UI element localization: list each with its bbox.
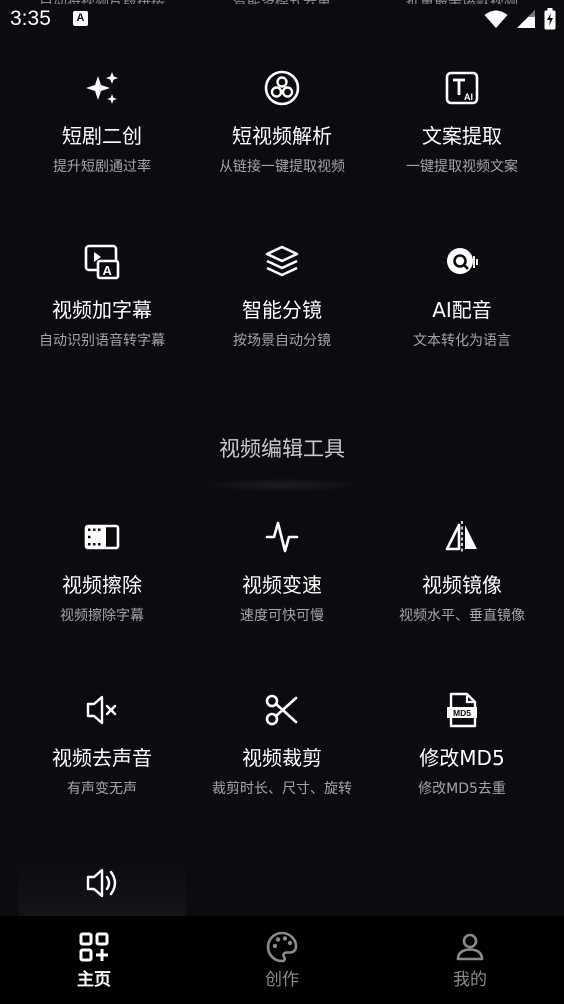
nav-label: 我的 <box>453 970 487 990</box>
subtitle-icon: A <box>84 244 120 280</box>
layers-icon <box>264 244 300 280</box>
tool-description: 速度可快可慢 <box>240 608 324 624</box>
tool-name: 视频裁剪 <box>242 746 322 770</box>
svg-text:A: A <box>103 263 113 278</box>
tool-modify-md5[interactable]: MD5 修改MD5 修改MD5去重 <box>368 692 556 852</box>
tool-video-speed[interactable]: 视频变速 速度可快可慢 <box>188 519 376 679</box>
tool-description: 有声变无声 <box>67 781 137 797</box>
tool-video-erase[interactable]: 视频擦除 视频擦除字幕 <box>8 519 196 679</box>
nav-tab-home[interactable]: 主页 <box>0 916 188 1004</box>
tool-name: 视频加字幕 <box>52 298 152 322</box>
voice-icon <box>444 244 480 280</box>
scissors-icon <box>264 692 300 728</box>
tool-video-mirror[interactable]: 视频镜像 视频水平、垂直镜像 <box>368 519 556 679</box>
status-time: 3:35 <box>10 7 51 30</box>
film-erase-icon <box>84 519 120 555</box>
tool-name: 视频去声音 <box>52 746 152 770</box>
sparkles-icon <box>84 70 120 106</box>
text-ai-icon: AI <box>444 70 480 106</box>
tool-description: 视频水平、垂直镜像 <box>399 608 525 624</box>
mute-icon <box>84 692 120 728</box>
tool-description: 文本转化为语言 <box>413 333 511 349</box>
status-icons <box>484 8 556 30</box>
app-screen: 3:35 A 自动将视频片段拼接 智能多模式去重 批量最美爆款视频 短剧二创 提… <box>0 0 564 1004</box>
battery-charging-icon <box>544 8 556 30</box>
tool-name: 短剧二创 <box>62 124 142 148</box>
link-parse-icon <box>264 70 300 106</box>
tool-smart-storyboard[interactable]: 智能分镜 按场景自动分镜 <box>188 244 376 404</box>
md5-file-icon: MD5 <box>444 692 480 728</box>
pulse-icon <box>264 519 300 555</box>
signal-icon <box>517 10 535 28</box>
nav-tab-profile[interactable]: 我的 <box>376 916 564 1004</box>
tool-description: 从链接一键提取视频 <box>219 159 345 175</box>
tool-name: 修改MD5 <box>419 746 505 770</box>
wifi-icon <box>484 10 508 28</box>
section-title: 视频编辑工具 <box>219 437 345 461</box>
tool-description: 裁剪时长、尺寸、旋转 <box>212 781 352 797</box>
grid-plus-icon <box>78 931 110 963</box>
app-notification-icon: A <box>73 11 88 26</box>
nav-tab-create[interactable]: 创作 <box>188 916 376 1004</box>
section-divider <box>200 478 364 492</box>
tool-description: 修改MD5去重 <box>418 781 506 797</box>
tool-name: 视频擦除 <box>62 573 142 597</box>
md5-badge-text: MD5 <box>453 708 471 718</box>
tool-video-crop[interactable]: 视频裁剪 裁剪时长、尺寸、旋转 <box>188 692 376 852</box>
tool-ai-voiceover[interactable]: AI配音 文本转化为语言 <box>368 244 556 404</box>
tool-name: 智能分镜 <box>242 298 322 322</box>
mirror-icon <box>444 519 480 555</box>
tool-video-mute[interactable]: 视频去声音 有声变无声 <box>8 692 196 852</box>
tool-short-video-parse[interactable]: 短视频解析 从链接一键提取视频 <box>188 70 376 230</box>
tool-add-subtitles[interactable]: A 视频加字幕 自动识别语音转字幕 <box>8 244 196 404</box>
nav-label: 创作 <box>265 970 299 990</box>
person-icon <box>454 931 486 963</box>
tool-name: AI配音 <box>432 298 492 322</box>
palette-icon <box>266 931 298 963</box>
tool-partial-volume[interactable] <box>8 865 196 916</box>
svg-text:AI: AI <box>464 92 473 102</box>
tool-copy-extract[interactable]: AI 文案提取 一键提取视频文案 <box>368 70 556 230</box>
tool-description: 自动识别语音转字幕 <box>39 333 165 349</box>
tool-name: 短视频解析 <box>232 124 332 148</box>
tool-name: 视频变速 <box>242 573 322 597</box>
tool-name: 视频镜像 <box>422 573 502 597</box>
tool-description: 一键提取视频文案 <box>406 159 518 175</box>
bottom-navigation: 主页 创作 我的 <box>0 916 564 1004</box>
status-bar: 3:35 A <box>0 0 564 38</box>
tool-description: 提升短剧通过率 <box>53 159 151 175</box>
tool-description: 按场景自动分镜 <box>233 333 331 349</box>
tool-name: 文案提取 <box>422 124 502 148</box>
nav-label: 主页 <box>77 970 111 990</box>
volume-icon <box>84 865 120 901</box>
tool-description: 视频擦除字幕 <box>60 608 144 624</box>
tool-short-drama-remix[interactable]: 短剧二创 提升短剧通过率 <box>8 70 196 230</box>
